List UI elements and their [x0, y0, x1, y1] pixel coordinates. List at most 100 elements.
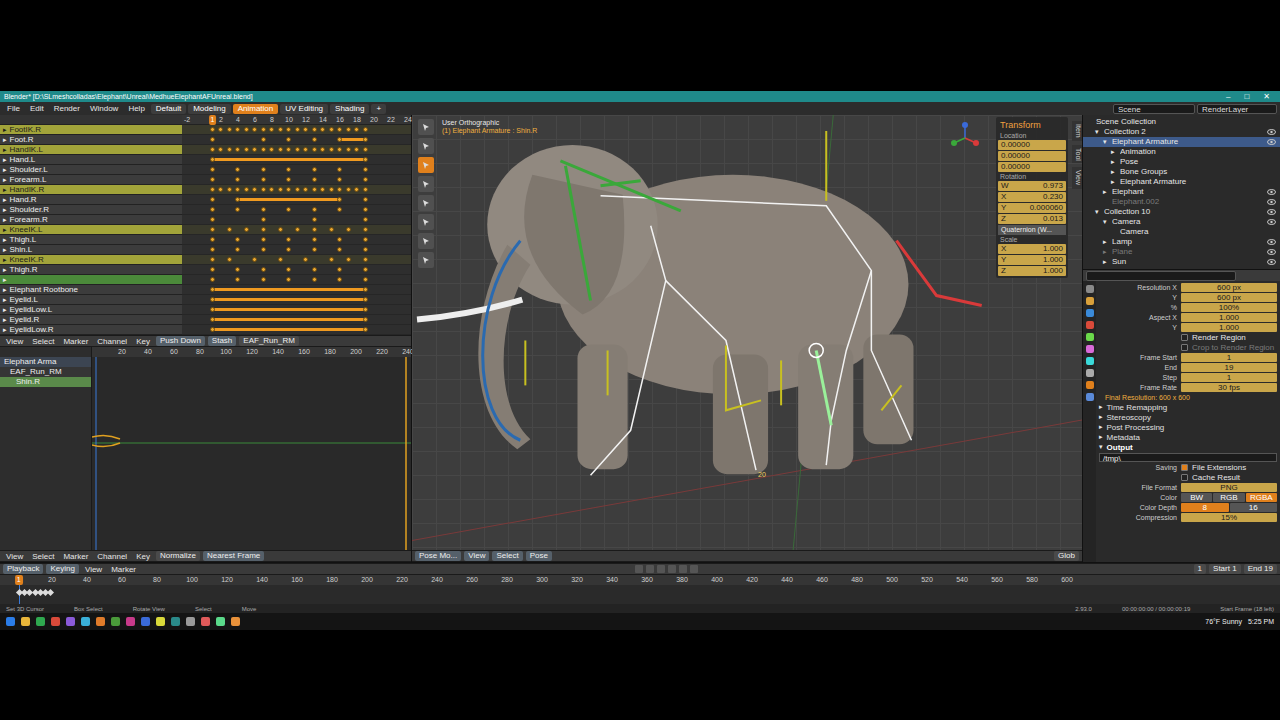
expand-toggle[interactable]: ▸	[3, 256, 7, 264]
frame-ruler[interactable]: -2246810121416182022241	[182, 115, 411, 125]
header-menu[interactable]: Select	[29, 337, 57, 346]
expand-toggle[interactable]: ▸	[3, 206, 7, 214]
taskbar-app-icon[interactable]	[6, 617, 15, 626]
outliner-row[interactable]: ▸Elephant	[1083, 187, 1280, 197]
keyframe[interactable]	[286, 167, 291, 172]
keyframe[interactable]	[286, 247, 291, 252]
outliner-row[interactable]: ▸Lamp	[1083, 237, 1280, 247]
expand-toggle[interactable]: ▸	[3, 216, 7, 224]
channel-row[interactable]: ▸Elephant Rootbone	[0, 285, 411, 295]
outliner-row[interactable]: ▾Camera	[1083, 217, 1280, 227]
channel-name[interactable]: ▸HandIK.R	[0, 185, 182, 195]
location-field[interactable]: 0.00000	[998, 162, 1066, 172]
workspace-tab[interactable]: Default	[151, 104, 186, 114]
header-menu[interactable]: Channel	[94, 337, 130, 346]
keyframe[interactable]	[235, 247, 240, 252]
scale-field[interactable]: X1.000	[998, 244, 1066, 254]
outliner-row[interactable]: ▾Collection 10	[1083, 207, 1280, 217]
key-track[interactable]	[182, 325, 411, 335]
axis-gizmo-icon[interactable]	[948, 121, 982, 155]
section-toggle[interactable]: ▸	[1099, 423, 1103, 431]
start-field[interactable]: Start 1	[1209, 564, 1241, 574]
window-control[interactable]: ✕	[1263, 93, 1270, 101]
keyframe[interactable]	[286, 277, 291, 282]
taskbar-app-icon[interactable]	[126, 617, 135, 626]
channel-name[interactable]: ▸Hand.R	[0, 195, 182, 205]
outliner-row[interactable]: ▸Bone Groups	[1083, 167, 1280, 177]
keyframe[interactable]	[363, 327, 368, 332]
header-menu[interactable]: Marker	[60, 337, 91, 346]
workspace-tab[interactable]: Animation	[233, 104, 279, 114]
expand-toggle[interactable]: ▸	[3, 146, 7, 154]
section-row[interactable]: ▸Time Remapping	[1099, 402, 1277, 412]
current-frame-field[interactable]: 1	[1194, 564, 1206, 574]
header-menu[interactable]: View	[464, 551, 489, 561]
key-track[interactable]	[182, 235, 411, 245]
expand-toggle[interactable]: ▸	[3, 136, 7, 144]
key-track[interactable]	[182, 225, 411, 235]
transport-button[interactable]	[646, 565, 654, 573]
taskbar-app-icon[interactable]	[186, 617, 195, 626]
workspace-tab[interactable]: Modeling	[188, 104, 230, 114]
property-value[interactable]: 600 px	[1181, 293, 1277, 302]
channel-row[interactable]: ▸KneeIK.L	[0, 225, 411, 235]
header-button[interactable]: Stash	[208, 336, 236, 346]
graph-ruler[interactable]: 20406080100120140160180200220240	[92, 347, 411, 357]
outliner-row[interactable]: ▸Pose	[1083, 157, 1280, 167]
graph-canvas[interactable]: 20406080100120140160180200220240	[92, 347, 411, 550]
keyframe[interactable]	[210, 277, 215, 282]
keyframe[interactable]	[363, 257, 368, 262]
expand-toggle[interactable]: ▸	[3, 296, 7, 304]
key-track[interactable]	[182, 245, 411, 255]
keyframe[interactable]	[227, 227, 232, 232]
outliner-toggle[interactable]: ▸	[1111, 157, 1117, 167]
keyframe[interactable]	[210, 237, 215, 242]
keyframe[interactable]	[210, 127, 215, 132]
checkbox[interactable]	[1181, 344, 1188, 351]
keyframe[interactable]	[337, 187, 342, 192]
checkbox[interactable]	[1181, 474, 1188, 481]
keyframe[interactable]	[235, 197, 240, 202]
scale-field[interactable]: Z1.000	[998, 266, 1066, 276]
keyframe[interactable]	[269, 147, 274, 152]
expand-toggle[interactable]: ▸	[3, 226, 7, 234]
keyframe[interactable]	[337, 237, 342, 242]
window-control[interactable]: □	[1244, 93, 1249, 101]
keyframe[interactable]	[363, 277, 368, 282]
scale-field[interactable]: Y1.000	[998, 255, 1066, 265]
channel-row[interactable]: ▸Forearm.L	[0, 175, 411, 185]
keyframe[interactable]	[261, 177, 266, 182]
mode-dropdown[interactable]: Pose Mo...	[415, 551, 461, 561]
keyframe[interactable]	[210, 267, 215, 272]
channel-name[interactable]: ▸Thigh.R	[0, 265, 182, 275]
choice-button[interactable]: BW	[1181, 493, 1212, 502]
keyframe[interactable]	[210, 307, 215, 312]
keyframe[interactable]	[329, 187, 334, 192]
sidebar-tab[interactable]: Tool	[1072, 145, 1082, 164]
section-toggle[interactable]: ▸	[1099, 403, 1103, 411]
keyframe[interactable]	[337, 207, 342, 212]
keyframe[interactable]	[261, 127, 266, 132]
outliner-toggle[interactable]: ▸	[1103, 187, 1109, 197]
keyframe[interactable]	[329, 257, 334, 262]
keyframe[interactable]	[354, 187, 359, 192]
section-row[interactable]: ▸Stereoscopy	[1099, 412, 1277, 422]
keyframe[interactable]	[227, 127, 232, 132]
expand-toggle[interactable]: ▸	[3, 306, 7, 314]
channel-row[interactable]: ▸EyelidLow.R	[0, 325, 411, 335]
channel-name[interactable]: ▸Eyelid.R	[0, 315, 182, 325]
keyframe[interactable]	[363, 147, 368, 152]
keyframe[interactable]	[278, 147, 283, 152]
keyframe[interactable]	[363, 127, 368, 132]
keyframe[interactable]	[312, 247, 317, 252]
viewport-canvas[interactable]: User Orthographic(1) Elephant Armature :…	[412, 115, 1082, 550]
channel-name[interactable]: ▸Foot.R	[0, 135, 182, 145]
property-value[interactable]: 15%	[1181, 513, 1277, 522]
transport-button[interactable]	[679, 565, 687, 573]
keyframe[interactable]	[346, 227, 351, 232]
keyframe[interactable]	[303, 257, 308, 262]
outliner-toggle[interactable]: ▸	[1103, 247, 1109, 257]
properties-tab-icon[interactable]	[1086, 345, 1094, 353]
channel-name[interactable]: ▸FootIK.R	[0, 125, 182, 135]
tool-button[interactable]	[418, 157, 434, 173]
